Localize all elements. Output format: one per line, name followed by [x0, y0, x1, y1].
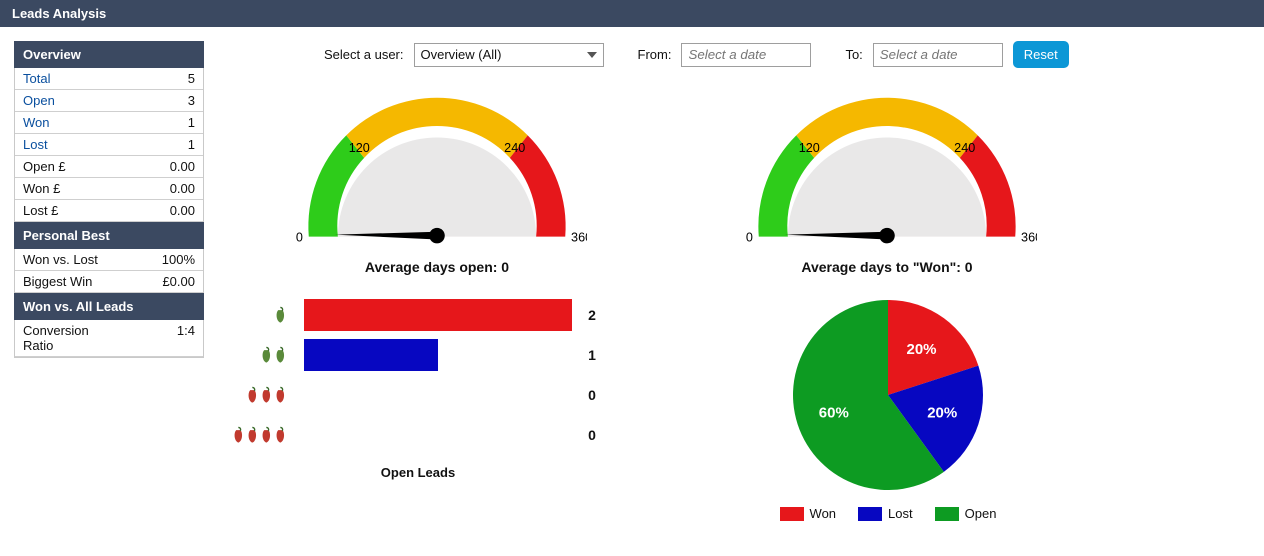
heat-icons	[228, 426, 288, 444]
personal-best-section-head: Personal Best	[14, 222, 204, 249]
won-vs-all-section-head: Won vs. All Leads	[14, 293, 204, 320]
select-user-value: Overview (All)	[421, 47, 502, 62]
gauge-tick-0: 0	[296, 230, 303, 244]
svg-text:120: 120	[799, 141, 820, 155]
legend-item-won: Won	[780, 506, 837, 521]
gauge-tick-360: 360	[571, 230, 587, 244]
bar-track	[304, 379, 572, 411]
open-gbp-value: 0.00	[170, 159, 195, 174]
bar-value: 0	[588, 387, 608, 403]
pepper-icon	[274, 306, 288, 324]
won-value: 1	[188, 115, 195, 130]
total-value: 5	[188, 71, 195, 86]
open-link[interactable]: Open	[23, 93, 55, 108]
won-gbp-value: 0.00	[170, 181, 195, 196]
pepper-icon	[260, 426, 274, 444]
bar-row: 1	[228, 335, 608, 375]
to-label: To:	[845, 47, 862, 62]
filters-bar: Select a user: Overview (All) From: To: …	[228, 41, 1250, 68]
legend-swatch	[858, 507, 882, 521]
open-leads-bars: 2 1 0 0 Open Leads	[228, 295, 608, 521]
won-gbp-label: Won £	[23, 181, 60, 196]
pie-pct-lost: 20%	[927, 405, 957, 422]
pie-pct-won: 20%	[906, 341, 936, 358]
pepper-icon	[246, 426, 260, 444]
bar-fill	[304, 299, 572, 331]
won-vs-lost-value: 100%	[162, 252, 195, 267]
conversion-ratio-value: 1:4	[177, 323, 195, 353]
overview-section-head: Overview	[14, 41, 204, 68]
legend-label: Lost	[888, 506, 913, 521]
bar-track	[304, 339, 572, 371]
won-vs-lost-label: Won vs. Lost	[23, 252, 98, 267]
bar-track	[304, 299, 572, 331]
gauge-tick-240: 240	[504, 141, 525, 155]
from-label: From:	[638, 47, 672, 62]
lost-value: 1	[188, 137, 195, 152]
pepper-icon	[274, 426, 288, 444]
svg-text:0: 0	[746, 230, 753, 244]
heat-icons	[228, 346, 288, 364]
to-date-input[interactable]	[873, 43, 1003, 67]
page-header: Leads Analysis	[0, 0, 1264, 27]
pepper-icon	[232, 426, 246, 444]
overview-total-row: Total 5	[15, 68, 203, 90]
biggest-win-label: Biggest Win	[23, 274, 92, 289]
legend-item-lost: Lost	[858, 506, 913, 521]
gauge-avg-days-open-label: Average days open: 0	[272, 259, 602, 275]
bar-track	[304, 419, 572, 451]
pie-pct-open: 60%	[819, 405, 849, 422]
pepper-icon	[260, 346, 274, 364]
pepper-icon	[260, 386, 274, 404]
bar-fill	[304, 339, 438, 371]
pepper-icon	[246, 386, 260, 404]
gauge-tick-120: 120	[349, 141, 370, 155]
heat-icons	[228, 386, 288, 404]
gauge-avg-days-won: 0 120 240 360 Average days to "Won": 0	[722, 86, 1052, 275]
legend-swatch	[935, 507, 959, 521]
lost-gbp-label: Lost £	[23, 203, 58, 218]
open-leads-caption: Open Leads	[228, 465, 608, 480]
won-link[interactable]: Won	[23, 115, 50, 130]
select-user-dropdown[interactable]: Overview (All)	[414, 43, 604, 67]
svg-text:240: 240	[954, 141, 975, 155]
biggest-win-value: £0.00	[162, 274, 195, 289]
heat-icons	[228, 306, 288, 324]
pepper-icon	[274, 346, 288, 364]
leads-pie-chart: 20% 20% 60% Won Lost Open	[728, 295, 1048, 521]
legend-label: Open	[965, 506, 997, 521]
svg-text:360: 360	[1021, 230, 1037, 244]
bar-row: 2	[228, 295, 608, 335]
main-area: Select a user: Overview (All) From: To: …	[228, 41, 1250, 521]
conversion-ratio-label: Conversion Ratio	[23, 323, 93, 353]
total-link[interactable]: Total	[23, 71, 50, 86]
gauges-row: 0 120 240 360 Average days open: 0	[228, 86, 1250, 275]
pie-legend: Won Lost Open	[728, 506, 1048, 521]
legend-label: Won	[810, 506, 837, 521]
lost-gbp-value: 0.00	[170, 203, 195, 218]
bar-row: 0	[228, 415, 608, 455]
gauge-avg-days-open: 0 120 240 360 Average days open: 0	[272, 86, 602, 275]
page-title: Leads Analysis	[12, 6, 106, 21]
gauge-avg-days-won-label: Average days to "Won": 0	[722, 259, 1052, 275]
legend-item-open: Open	[935, 506, 997, 521]
lost-link[interactable]: Lost	[23, 137, 48, 152]
open-gbp-label: Open £	[23, 159, 66, 174]
reset-button[interactable]: Reset	[1013, 41, 1069, 68]
chevron-down-icon	[587, 52, 597, 58]
bar-value: 2	[588, 307, 608, 323]
select-user-label: Select a user:	[324, 47, 404, 62]
from-date-input[interactable]	[681, 43, 811, 67]
bar-value: 0	[588, 427, 608, 443]
sidebar: Overview Total 5 Open 3 Won 1 Lost 1	[14, 41, 204, 521]
open-value: 3	[188, 93, 195, 108]
bar-row: 0	[228, 375, 608, 415]
pepper-icon	[274, 386, 288, 404]
legend-swatch	[780, 507, 804, 521]
bar-value: 1	[588, 347, 608, 363]
